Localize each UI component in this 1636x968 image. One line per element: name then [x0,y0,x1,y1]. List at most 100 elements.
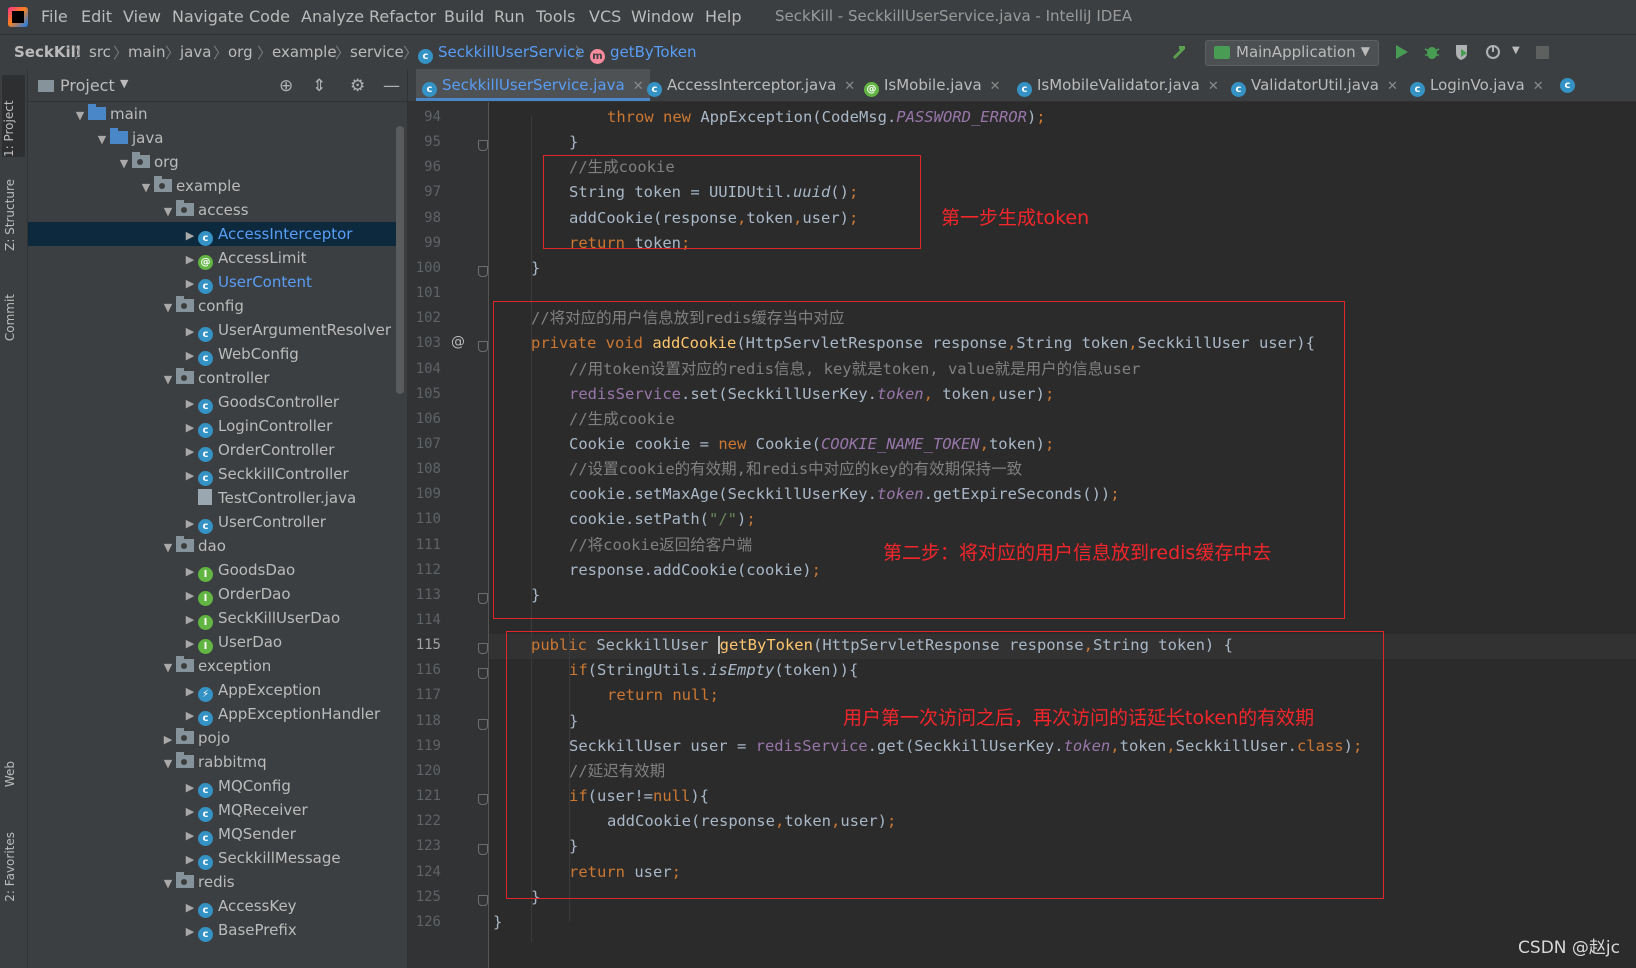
fold-marker-icon[interactable] [478,844,488,856]
tree-item[interactable]: ▶ c AccessInterceptor [28,222,397,246]
override-gutter-icon[interactable]: @ [451,334,465,350]
tree-scrollbar[interactable] [396,126,404,394]
commit-tool-tab[interactable]: Commit [3,294,17,341]
collapse-arrow-icon[interactable]: ▶ [182,440,198,464]
breadcrumb-item-main[interactable]: main [128,43,165,61]
more-tabs-class-icon[interactable]: c [1560,78,1575,93]
code-line[interactable]: } [531,256,540,281]
editor-tab[interactable]: c IsMobileValidator.java ✕ [1011,69,1225,101]
tree-item[interactable]: ▶ @ AccessLimit [28,246,397,270]
collapse-arrow-icon[interactable]: ▶ [182,632,198,656]
collapse-arrow-icon[interactable]: ▶ [182,608,198,632]
profiler-icon[interactable] [1485,43,1503,61]
tree-item[interactable]: ▼ dao [28,534,397,558]
collapse-arrow-icon[interactable]: ▶ [182,464,198,488]
project-panel-title[interactable]: Project [60,76,115,95]
run-icon[interactable] [1392,43,1410,61]
fold-marker-icon[interactable] [478,592,488,604]
collapse-arrow-icon[interactable]: ▶ [182,344,198,368]
tree-item[interactable]: ▶ I OrderDao [28,582,397,606]
tree-item[interactable]: ▶ c UserController [28,510,397,534]
tree-item[interactable]: ▶ c UserArgumentResolver [28,318,397,342]
editor-tab[interactable]: c SeckkillUserService.java ✕ [416,69,650,101]
collapse-arrow-icon[interactable]: ▶ [182,512,198,536]
tree-item[interactable]: TestController.java [28,486,397,510]
tree-item[interactable]: ▶ c SeckkillController [28,462,397,486]
close-tab-icon[interactable]: ✕ [990,79,1001,94]
tree-item[interactable]: ▶ c LoginController [28,414,397,438]
collapse-all-icon[interactable]: ⇕ [312,76,326,96]
collapse-arrow-icon[interactable]: ▶ [182,704,198,728]
expand-arrow-icon[interactable]: ▼ [72,104,88,128]
menu-navigate[interactable]: Navigate [172,7,244,26]
editor-tab[interactable]: @ IsMobile.java ✕ [858,69,1007,101]
breadcrumb-item-org[interactable]: org [228,43,253,61]
tree-item[interactable]: ▼ redis [28,870,397,894]
web-tool-tab[interactable]: Web [3,761,17,787]
close-tab-icon[interactable]: ✕ [844,79,855,94]
fold-marker-icon[interactable] [478,341,488,353]
tree-item[interactable]: ▼ main [28,102,397,126]
editor-tab[interactable]: c LoginVo.java ✕ [1404,69,1550,101]
tree-item[interactable]: ▶ c MQReceiver [28,798,397,822]
editor-tab[interactable]: c AccessInterceptor.java ✕ [641,69,861,101]
close-tab-icon[interactable]: ✕ [1208,79,1219,94]
collapse-arrow-icon[interactable]: ▶ [182,248,198,272]
tree-item[interactable]: ▶ ⚡ AppException [28,678,397,702]
gear-icon[interactable]: ⚙ [350,76,365,96]
tree-item[interactable]: ▶ I SeckKillUserDao [28,606,397,630]
collapse-arrow-icon[interactable]: ▶ [182,680,198,704]
fold-marker-icon[interactable] [478,140,488,152]
expand-arrow-icon[interactable]: ▼ [160,752,176,776]
breadcrumb-item-seckkilluserservice[interactable]: c SeckkillUserService [418,43,585,64]
expand-arrow-icon[interactable]: ▼ [160,368,176,392]
expand-arrow-icon[interactable]: ▼ [160,536,176,560]
breadcrumb-item-seckkill[interactable]: SeckKill [14,43,81,61]
tree-item[interactable]: ▶ c OrderController [28,438,397,462]
menu-analyze[interactable]: Analyze [301,7,364,26]
expand-arrow-icon[interactable]: ▼ [160,872,176,896]
fold-marker-icon[interactable] [478,265,488,277]
tree-item[interactable]: ▶ c BasePrefix [28,918,397,942]
collapse-arrow-icon[interactable]: ▶ [182,392,198,416]
collapse-arrow-icon[interactable]: ▶ [182,272,198,296]
collapse-arrow-icon[interactable]: ▶ [182,848,198,872]
menu-edit[interactable]: Edit [81,7,112,26]
menu-view[interactable]: View [123,7,161,26]
build-hammer-icon[interactable] [1170,43,1188,61]
tree-item[interactable]: ▼ exception [28,654,397,678]
collapse-arrow-icon[interactable]: ▶ [160,728,176,752]
code-line[interactable]: } [493,910,502,935]
menu-build[interactable]: Build [444,7,484,26]
menu-window[interactable]: Window [631,7,694,26]
run-configuration-select[interactable]: MainApplication ▼ [1205,40,1379,66]
tree-item[interactable]: ▼ java [28,126,397,150]
collapse-arrow-icon[interactable]: ▶ [182,896,198,920]
expand-arrow-icon[interactable]: ▼ [160,200,176,224]
collapse-arrow-icon[interactable]: ▶ [182,824,198,848]
tree-item[interactable]: ▼ config [28,294,397,318]
stop-icon[interactable] [1536,46,1549,59]
tree-item[interactable]: ▶ pojo [28,726,397,750]
close-tab-icon[interactable]: ✕ [1533,79,1544,94]
favorites-tool-tab[interactable]: 2: Favorites [3,832,17,902]
tree-item[interactable]: ▶ c UserContent [28,270,397,294]
expand-arrow-icon[interactable]: ▼ [160,656,176,680]
breadcrumb-item-src[interactable]: src [89,43,111,61]
code-line[interactable]: } [569,130,578,155]
tree-item[interactable]: ▶ c WebConfig [28,342,397,366]
menu-help[interactable]: Help [705,7,741,26]
tree-item[interactable]: ▶ I GoodsDao [28,558,397,582]
chevron-down-icon[interactable]: ▼ [120,77,128,90]
expand-arrow-icon[interactable]: ▼ [116,152,132,176]
code-line[interactable]: throw new AppException(CodeMsg.PASSWORD_… [607,105,1046,130]
collapse-arrow-icon[interactable]: ▶ [182,776,198,800]
breadcrumb-item-getbytoken[interactable]: m getByToken [590,43,696,64]
fold-marker-icon[interactable] [478,794,488,806]
collapse-arrow-icon[interactable]: ▶ [182,800,198,824]
more-run-options-chevron-icon[interactable]: ▼ [1512,45,1520,56]
menu-vcs[interactable]: VCS [589,7,621,26]
locate-file-icon[interactable]: ⊕ [279,76,293,96]
tree-item[interactable]: ▼ access [28,198,397,222]
tree-item[interactable]: ▼ example [28,174,397,198]
